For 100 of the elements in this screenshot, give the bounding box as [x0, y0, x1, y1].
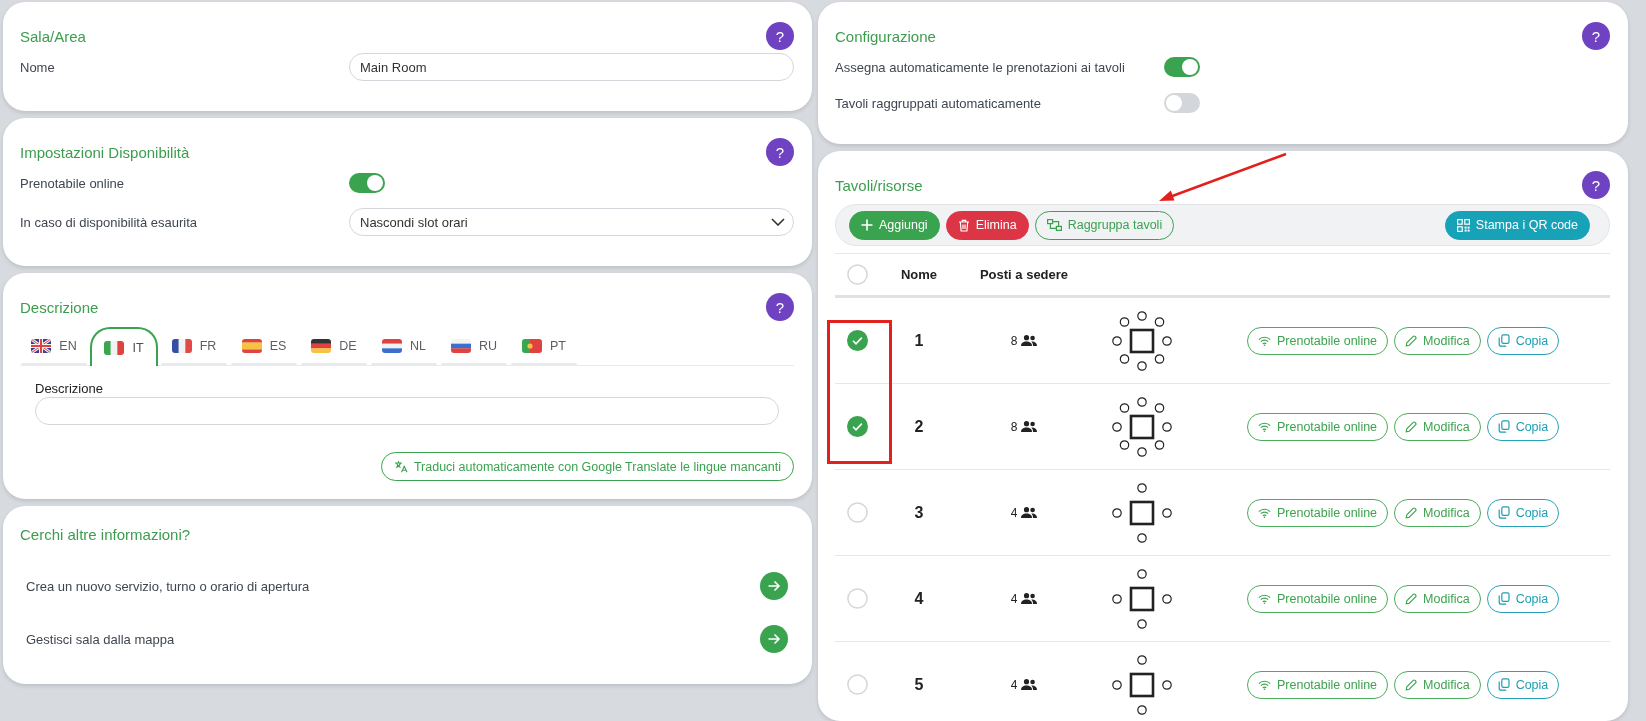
- select-all-checkbox[interactable]: [846, 264, 868, 285]
- russia-flag-icon: [450, 339, 471, 353]
- qr-code-icon: [1456, 218, 1470, 232]
- uk-flag-icon: [31, 339, 52, 353]
- linked-squares-icon: [1046, 219, 1062, 231]
- edit-button[interactable]: Modifica: [1394, 670, 1481, 699]
- table-seating-drawing: [1111, 568, 1172, 629]
- go-button[interactable]: [760, 572, 788, 600]
- pencil-icon: [1405, 334, 1418, 347]
- arrow-right-icon: [767, 579, 781, 593]
- table-seating-drawing: [1111, 396, 1172, 457]
- row-checkbox[interactable]: [846, 416, 868, 437]
- seat-count: 4: [1010, 677, 1018, 692]
- online-booking-button[interactable]: Prenotabile online: [1247, 498, 1389, 527]
- table-name: 1: [914, 331, 924, 350]
- card-title: Sala/Area: [20, 27, 86, 45]
- row-checkbox[interactable]: [846, 502, 868, 523]
- group-tables-button[interactable]: Raggruppa tavoli: [1034, 210, 1175, 240]
- edit-button[interactable]: Modifica: [1394, 326, 1481, 355]
- wifi-icon: [1258, 507, 1271, 518]
- toggle-switch[interactable]: [349, 173, 385, 193]
- field-label: Assegna automaticamente le prenotazioni ai tavoli: [835, 59, 1126, 75]
- go-button[interactable]: [760, 625, 788, 653]
- online-booking-button[interactable]: Prenotabile online: [1247, 670, 1389, 699]
- arrow-right-icon: [767, 632, 781, 646]
- text-input[interactable]: Main Room: [349, 53, 794, 81]
- copy-icon: [1497, 506, 1510, 519]
- copy-icon: [1497, 678, 1510, 691]
- field-label: Descrizione: [35, 382, 104, 396]
- delete-button[interactable]: Elimina: [945, 210, 1029, 240]
- pencil-icon: [1405, 506, 1418, 519]
- card-title: Impostazioni Disponibilità: [20, 143, 190, 161]
- row-checkbox[interactable]: [846, 674, 868, 695]
- card-title: Descrizione: [20, 298, 99, 316]
- help-button[interactable]: ?: [1582, 22, 1610, 50]
- description-input[interactable]: [35, 397, 779, 425]
- online-booking-button[interactable]: Prenotabile online: [1247, 412, 1389, 441]
- language-tab[interactable]: IT: [90, 327, 158, 366]
- row-checkbox[interactable]: [846, 588, 868, 609]
- pencil-icon: [1405, 678, 1418, 691]
- edit-button[interactable]: Modifica: [1394, 412, 1481, 441]
- wifi-icon: [1258, 593, 1271, 604]
- pencil-icon: [1405, 592, 1418, 605]
- people-icon: [1021, 507, 1038, 518]
- copy-button[interactable]: Copia: [1486, 326, 1560, 355]
- toggle-switch[interactable]: [1164, 93, 1200, 113]
- help-button[interactable]: ?: [766, 293, 794, 321]
- table-name: 5: [914, 675, 924, 694]
- column-header: Posti a sedere: [979, 267, 1069, 282]
- translate-icon: [393, 460, 408, 473]
- card-title: Configurazione: [835, 27, 936, 45]
- people-icon: [1021, 335, 1038, 346]
- select-field[interactable]: Nascondi slot orari: [349, 208, 794, 236]
- row-checkbox[interactable]: [846, 330, 868, 351]
- wifi-icon: [1258, 335, 1271, 346]
- copy-button[interactable]: Copia: [1486, 584, 1560, 613]
- card-title: Tavoli/risorse: [835, 176, 923, 194]
- seat-count: 8: [1010, 333, 1018, 348]
- trash-icon: [957, 218, 970, 232]
- field-label: In caso di disponibilità esaurita: [20, 214, 199, 230]
- table-seating-drawing: [1111, 310, 1172, 371]
- people-icon: [1021, 593, 1038, 604]
- table-name: 4: [914, 589, 924, 608]
- copy-button[interactable]: Copia: [1486, 498, 1560, 527]
- italy-flag-icon: [104, 340, 125, 355]
- germany-flag-icon: [311, 339, 332, 353]
- chevron-down-icon: [771, 218, 785, 226]
- help-button[interactable]: ?: [766, 22, 794, 50]
- france-flag-icon: [171, 339, 192, 353]
- portugal-flag-icon: [522, 339, 542, 353]
- field-label: Prenotabile online: [20, 175, 126, 191]
- wifi-icon: [1258, 679, 1271, 690]
- card-title: Cerchi altre informazioni?: [20, 525, 191, 543]
- edit-button[interactable]: Modifica: [1394, 498, 1481, 527]
- spain-flag-icon: [241, 339, 262, 353]
- copy-button[interactable]: Copia: [1486, 412, 1560, 441]
- table-name: 3: [914, 503, 924, 522]
- print-qr-button[interactable]: Stampa i QR code: [1444, 210, 1590, 240]
- column-header: Nome: [900, 267, 938, 282]
- toggle-switch[interactable]: [1164, 57, 1200, 77]
- netherlands-flag-icon: [382, 339, 402, 353]
- table-seating-drawing: [1111, 654, 1172, 715]
- copy-button[interactable]: Copia: [1486, 670, 1560, 699]
- people-icon: [1021, 679, 1038, 690]
- copy-icon: [1497, 420, 1510, 433]
- plus-icon: [861, 219, 873, 231]
- link-label: Crea un nuovo servizio, turno o orario di apertura: [26, 578, 310, 594]
- seat-count: 8: [1010, 419, 1018, 434]
- seat-count: 4: [1010, 591, 1018, 606]
- edit-button[interactable]: Modifica: [1394, 584, 1481, 613]
- table-name: 2: [914, 417, 924, 436]
- link-label: Gestisci sala dalla mappa: [26, 631, 175, 647]
- field-label: Nome: [20, 59, 56, 75]
- help-button[interactable]: ?: [1582, 171, 1610, 199]
- online-booking-button[interactable]: Prenotabile online: [1247, 584, 1389, 613]
- pencil-icon: [1405, 420, 1418, 433]
- help-button[interactable]: ?: [766, 138, 794, 166]
- translate-button[interactable]: Traduci automaticamente con Google Translate le lingue mancanti: [380, 452, 794, 481]
- online-booking-button[interactable]: Prenotabile online: [1247, 326, 1389, 355]
- add-button[interactable]: Aggiungi: [849, 210, 940, 240]
